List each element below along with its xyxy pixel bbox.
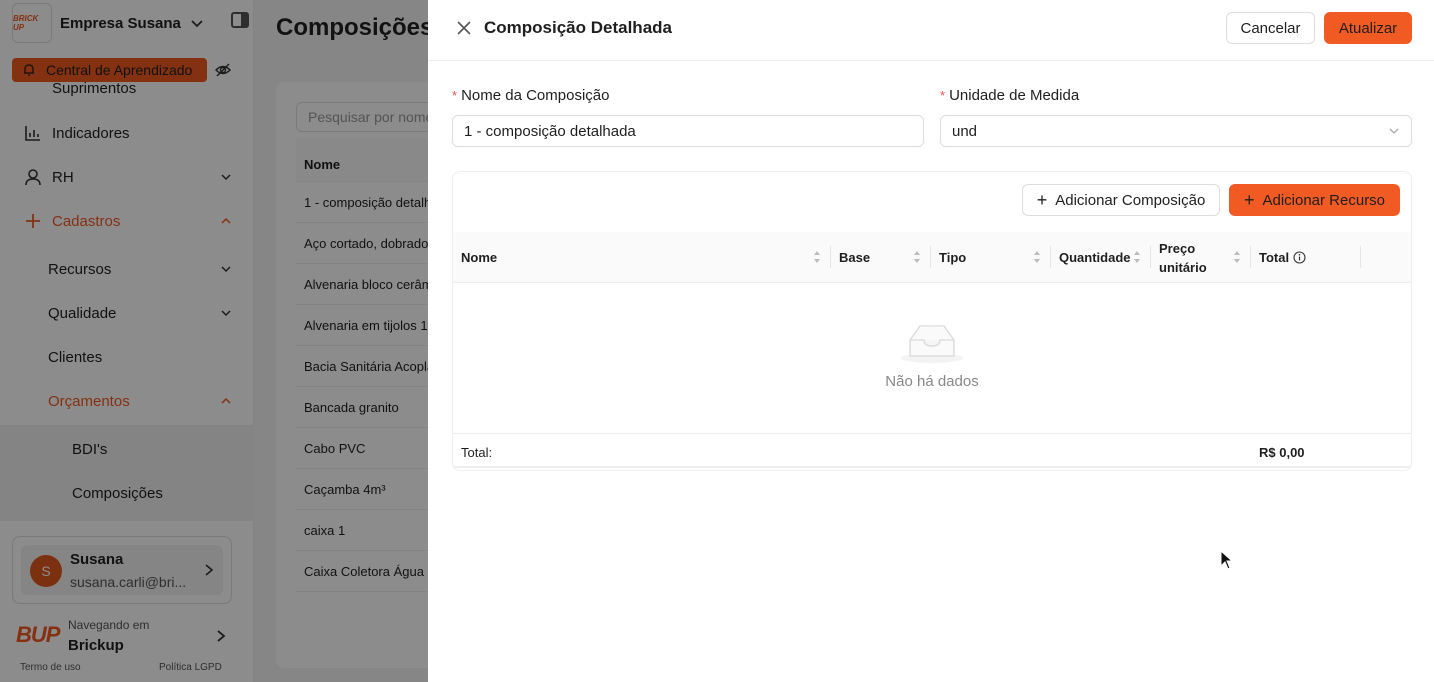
drawer-header: Composição Detalhada Cancelar Atualizar [428,0,1434,61]
total-value: R$ 0,00 [1259,445,1305,460]
update-button[interactable]: Atualizar [1324,12,1412,44]
unit-select[interactable]: und [940,115,1412,147]
column-header-tipo[interactable]: Tipo [931,232,1051,283]
column-header-label-line2: unitário [1159,259,1207,275]
plus-icon: + [1036,190,1048,210]
column-header-label: Total [1259,250,1290,265]
total-row: Total: R$ 0,00 [453,434,1411,468]
mouse-cursor-icon [1220,550,1234,570]
column-header-quantidade[interactable]: Quantidade [1051,232,1151,283]
sort-icon[interactable] [1233,250,1241,264]
column-header-preco-unitario[interactable]: Preço unitário [1151,232,1251,283]
unit-label: * Unidade de Medida [940,87,1079,104]
required-mark: * [452,88,458,103]
sort-icon[interactable] [1033,250,1041,264]
composition-name-label: * Nome da Composição [452,87,609,104]
drawer-title: Composição Detalhada [484,18,672,37]
column-separator [1360,246,1361,268]
resources-table-card: + Adicionar Composição + Adicionar Recurso… [452,171,1412,471]
empty-state: Não há dados [453,284,1411,434]
column-header-label: Base [839,250,871,265]
empty-text: Não há dados [885,373,979,390]
plus-icon: + [1243,190,1255,210]
column-header-total: Total [1251,232,1361,283]
column-header-label: Tipo [939,250,967,265]
column-header-label: Quantidade [1059,250,1131,265]
required-mark: * [940,88,946,103]
chevron-down-icon [1389,128,1399,134]
composition-name-input[interactable]: 1 - composição detalhada [452,115,924,147]
unit-label-text: Unidade de Medida [949,87,1080,104]
column-header-base[interactable]: Base [831,232,931,283]
column-header-label-line1: Preço [1159,240,1196,256]
column-header-label: Preço unitário [1159,239,1207,277]
composition-name-label-text: Nome da Composição [461,87,610,104]
add-resource-label: Adicionar Recurso [1262,191,1386,209]
close-icon[interactable] [456,20,472,36]
column-header-nome[interactable]: Nome [453,232,831,283]
add-resource-button[interactable]: + Adicionar Recurso [1229,184,1400,216]
table-header: Nome Base Tipo Quantidade Preço unitário [453,232,1411,283]
composition-drawer: Composição Detalhada Cancelar Atualizar … [428,0,1434,682]
column-header-label: Nome [461,250,498,265]
sort-icon[interactable] [813,250,821,264]
unit-select-value: und [952,123,978,140]
add-composition-label: Adicionar Composição [1055,191,1206,209]
total-label: Total: [461,445,493,460]
cancel-button[interactable]: Cancelar [1226,12,1315,44]
empty-inbox-icon [901,325,963,363]
sort-icon[interactable] [1133,250,1141,264]
sort-icon[interactable] [913,250,921,264]
add-composition-button[interactable]: + Adicionar Composição [1022,184,1220,216]
info-icon[interactable] [1293,251,1306,264]
